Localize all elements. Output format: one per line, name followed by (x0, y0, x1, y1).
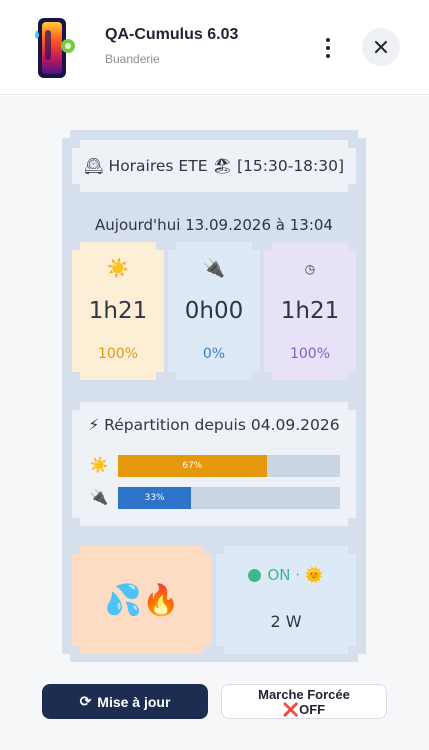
device-thumbnail-icon (35, 18, 75, 78)
sun-icon: ☀️ (106, 258, 130, 279)
dialog-header: QA-Cumulus 6.03 Buanderie (0, 0, 429, 95)
device-room: Buanderie (105, 52, 160, 66)
power-state: ON · 🌞 (216, 566, 356, 584)
repartition-title: ⚡ Répartition depuis 04.09.2026 (88, 416, 340, 434)
power-state-label: ON · 🌞 (267, 566, 324, 584)
progress-track: 67% (118, 455, 340, 477)
kebab-dot (326, 46, 330, 50)
repartition-card: ⚡ Répartition depuis 04.09.2026 ☀️ 67% 🔌… (72, 402, 356, 526)
repartition-row-solar: ☀️ 67% (88, 455, 340, 477)
tile-duration: 1h21 (88, 298, 148, 324)
repartition-row-grid: 🔌 33% (88, 487, 340, 509)
tile-duration: 0h00 (184, 298, 244, 324)
tile-percent: 100% (97, 346, 139, 362)
status-tile: ON · 🌞 2 W (216, 546, 356, 654)
schedule-banner: 🕰 Horaires ETE 🏖 [15:30-18:30] (72, 140, 356, 192)
refresh-icon: ⟳ (79, 693, 92, 709)
progress-fill-grid: 33% (118, 487, 191, 509)
heater-visual-tile: 💦🔥 (72, 546, 212, 654)
kebab-dot (326, 54, 330, 58)
progress-track: 33% (118, 487, 340, 509)
water-fire-icon: 💦🔥 (104, 582, 180, 618)
today-timestamp: Aujourd'hui 13.09.2026 à 13:04 (95, 216, 333, 234)
forced-mode-state: ❌OFF (282, 702, 326, 717)
forced-mode-label: Marche Forcée (258, 687, 350, 702)
kebab-dot (326, 38, 330, 42)
tile-percent: 100% (289, 346, 331, 362)
sun-icon: ☀️ (89, 456, 109, 474)
tile-percent: 0% (202, 346, 226, 362)
tile-duration: 1h21 (280, 298, 340, 324)
tile-grid: 🔌 0h00 0% (168, 242, 260, 380)
update-button[interactable]: ⟳ Mise à jour (42, 684, 208, 719)
clock-icon: ◷ (304, 262, 316, 276)
update-button-label: Mise à jour (97, 693, 171, 710)
more-options-button[interactable] (318, 34, 338, 62)
status-dot-icon (248, 569, 261, 582)
device-title: QA-Cumulus 6.03 (105, 26, 239, 43)
plug-icon: 🔌 (89, 488, 109, 506)
close-button[interactable] (362, 28, 400, 66)
progress-fill-solar: 67% (118, 455, 267, 477)
tile-total: ◷ 1h21 100% (264, 242, 356, 380)
schedule-label: 🕰 Horaires ETE 🏖 [15:30-18:30] (83, 157, 345, 175)
close-icon (375, 41, 387, 53)
tile-solar: ☀️ 1h21 100% (72, 242, 164, 380)
plug-icon: 🔌 (202, 258, 226, 279)
forced-mode-button[interactable]: Marche Forcée ❌OFF (221, 684, 387, 719)
power-reading: 2 W (270, 612, 302, 631)
